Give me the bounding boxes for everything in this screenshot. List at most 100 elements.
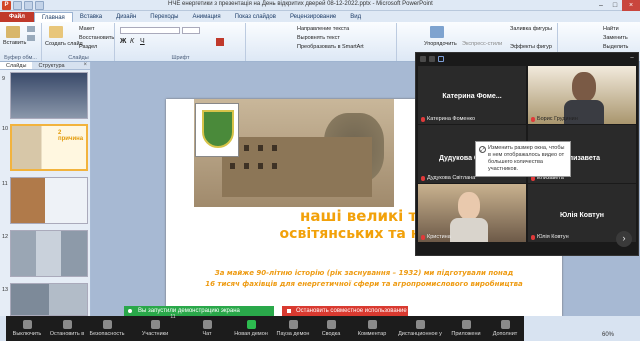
font-color-icon[interactable] xyxy=(216,38,224,46)
layout-button[interactable]: Макет xyxy=(79,26,95,32)
paste-button[interactable]: Вставить xyxy=(3,40,26,46)
save-icon[interactable] xyxy=(13,1,22,10)
arrange-button[interactable]: Упорядочить xyxy=(424,41,457,47)
zoom-level[interactable]: 60% xyxy=(602,332,614,338)
slide-subtitle-2: 16 тисяч фахівців для енергетичної сфери… xyxy=(205,280,523,288)
stop-share-button[interactable]: Остановить совместное использование xyxy=(282,306,408,316)
screen-share-status: Вы запустили демонстрацию экрана xyxy=(124,306,274,316)
italic-icon[interactable]: К xyxy=(130,38,134,45)
paste-icon[interactable] xyxy=(6,26,20,38)
muted-mic-icon xyxy=(421,175,425,181)
chat-button[interactable]: Чат xyxy=(192,316,222,341)
slide-thumbnail-selected[interactable]: 2 причина xyxy=(10,124,88,171)
pause-share-button[interactable]: Пауза демон xyxy=(274,316,312,341)
align-text-button[interactable]: Выровнять текст xyxy=(297,35,340,41)
text-direction-button[interactable]: Направление текста xyxy=(297,26,349,32)
maximize-icon[interactable]: □ xyxy=(608,0,622,11)
next-page-button[interactable]: › xyxy=(616,231,632,247)
minimize-icon[interactable]: – xyxy=(594,0,608,11)
apps-button[interactable]: Приложени xyxy=(448,316,484,341)
muted-mic-icon xyxy=(531,234,535,240)
slide-thumbnail[interactable] xyxy=(10,230,88,277)
participant-video xyxy=(572,72,596,102)
summary-button[interactable]: Сводка xyxy=(316,316,346,341)
underline-icon[interactable]: Ч xyxy=(140,38,145,45)
slide-thumbnail[interactable] xyxy=(10,283,88,316)
participant-tile-video[interactable]: Борис Грудинин xyxy=(528,66,636,124)
slides-pane-tabs: Слайды Структура × xyxy=(0,62,90,70)
powerpoint-icon[interactable]: P xyxy=(2,1,11,10)
cut-icon[interactable] xyxy=(27,26,35,32)
tab-slideshow[interactable]: Показ слайдов xyxy=(228,12,283,22)
slide-thumbnail[interactable] xyxy=(10,72,88,119)
share-dot-icon xyxy=(128,309,132,313)
university-emblem xyxy=(195,103,239,157)
redo-icon[interactable] xyxy=(35,1,44,10)
thumbnail-view-icon[interactable] xyxy=(429,56,435,62)
window-shape xyxy=(230,163,235,169)
shape-fill-button[interactable]: Заливка фигуры xyxy=(510,26,552,32)
tab-view[interactable]: Вид xyxy=(343,12,368,22)
chat-icon xyxy=(202,320,212,329)
stop-video-button[interactable]: Остановить в xyxy=(48,316,86,341)
new-slide-icon[interactable] xyxy=(49,26,63,38)
security-button[interactable]: Безопасность xyxy=(88,316,126,341)
participants-icon xyxy=(150,320,160,329)
arrange-icon[interactable] xyxy=(430,26,444,38)
participants-count: 11 xyxy=(170,314,176,320)
copy-icon[interactable] xyxy=(27,35,35,41)
speaker-view-icon[interactable] xyxy=(420,56,426,62)
participant-tile-video[interactable]: Кристина xyxy=(418,184,526,242)
undo-icon[interactable] xyxy=(24,1,33,10)
microphone-icon xyxy=(22,320,32,329)
annotate-button[interactable]: Комментар xyxy=(354,316,390,341)
tab-animation[interactable]: Анимация xyxy=(185,12,227,22)
new-share-button[interactable]: Новая демон xyxy=(232,316,270,341)
participant-tile[interactable]: Катерина Фоме... Катерина Фоменко xyxy=(418,66,526,124)
smartart-button[interactable]: Преобразовать в SmartArt xyxy=(297,44,364,50)
gallery-view-icon[interactable] xyxy=(438,56,444,62)
slide-number: 13 xyxy=(2,287,9,293)
window-shape xyxy=(258,145,263,151)
select-button[interactable]: Выделить xyxy=(603,44,628,50)
muted-mic-icon xyxy=(421,234,425,240)
shield-icon xyxy=(102,320,112,329)
tab-slides[interactable]: Слайды xyxy=(0,62,33,69)
mute-button[interactable]: Выключить xyxy=(8,316,46,341)
window-title: НЧЕ енергетики з презентація на День від… xyxy=(168,1,433,7)
title-bar: P НЧЕ енергетики з презентація на День в… xyxy=(0,0,640,11)
close-icon[interactable]: × xyxy=(622,0,640,11)
window-shape xyxy=(244,145,249,151)
font-size-field[interactable] xyxy=(182,27,200,34)
tab-file[interactable]: Файл xyxy=(0,12,34,22)
bold-icon[interactable]: Ж xyxy=(120,38,126,45)
participant-display-name: Юлія Ковтун xyxy=(560,212,604,219)
find-button[interactable]: Найти xyxy=(603,26,619,32)
share-screen-icon xyxy=(246,320,256,329)
replace-button[interactable]: Заменить xyxy=(603,35,628,41)
reset-button[interactable]: Восстановить xyxy=(79,35,114,41)
participant-video xyxy=(458,192,480,220)
tab-outline[interactable]: Структура xyxy=(32,62,70,69)
shape-effects-button[interactable]: Эффекты фигур xyxy=(510,44,552,50)
tab-home[interactable]: Главная xyxy=(33,12,73,22)
new-slide-button[interactable]: Создать слайд xyxy=(45,41,83,47)
minimize-panel-icon[interactable]: − xyxy=(630,55,634,62)
tab-design[interactable]: Дизайн xyxy=(109,12,143,22)
close-pane-icon[interactable]: × xyxy=(83,62,90,69)
apps-icon xyxy=(461,320,471,329)
font-group: Ж К Ч Шрифт xyxy=(116,23,246,61)
tab-review[interactable]: Рецензирование xyxy=(283,12,343,22)
tab-transitions[interactable]: Переходы xyxy=(143,12,185,22)
remote-control-button[interactable]: Дистанционное у xyxy=(398,316,442,341)
section-button[interactable]: Раздел xyxy=(79,44,97,50)
slides-group: Создать слайд Макет Восстановить Раздел … xyxy=(43,23,115,61)
tab-insert[interactable]: Вставка xyxy=(73,12,109,22)
slide-thumbnail[interactable] xyxy=(10,177,88,224)
more-button[interactable]: Дополнит xyxy=(488,316,522,341)
font-name-field[interactable] xyxy=(120,27,180,34)
resize-tooltip: ⤢ Изменить размер окна, чтобы в нем отоб… xyxy=(475,141,571,177)
quick-styles-button[interactable]: Экспресс-стили xyxy=(462,41,502,47)
pen-icon xyxy=(367,320,377,329)
window-shape xyxy=(244,163,249,169)
